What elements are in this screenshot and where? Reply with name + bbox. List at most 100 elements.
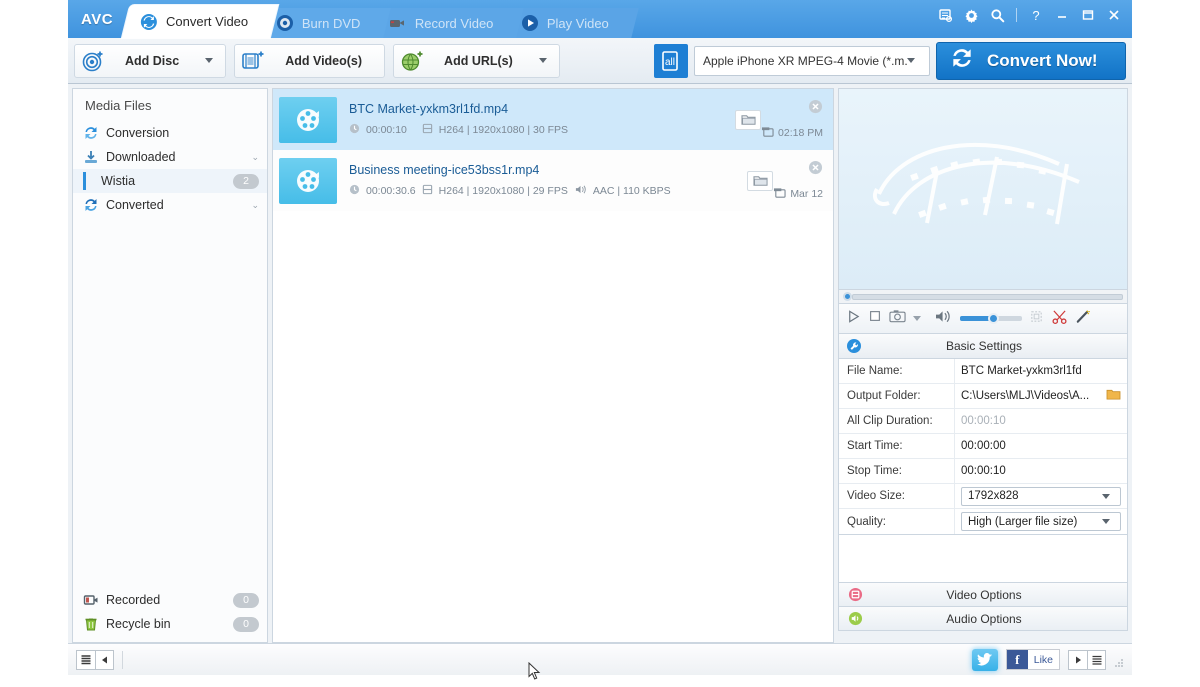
add-disc-button[interactable]: Add Disc (74, 43, 227, 78)
browse-folder-icon[interactable] (1106, 388, 1121, 404)
file-name: BTC Market-yxkm3rl1fd.mp4 (349, 102, 509, 116)
toolbar: Add Disc Add Video(s) Add URL(s) all App… (68, 38, 1132, 84)
crop-button[interactable] (1029, 309, 1044, 329)
sidebar-item-label: Recycle bin (106, 617, 171, 631)
quality-select[interactable]: High (Larger file size) (961, 512, 1121, 531)
add-urls-dropdown-arrow[interactable] (538, 58, 547, 63)
output-profile-value: Apple iPhone XR MPEG-4 Movie (*.m... (703, 53, 907, 68)
setting-value: High (Larger file size) (968, 515, 1078, 528)
convert-refresh-icon (949, 45, 975, 76)
open-folder-button[interactable] (747, 170, 774, 191)
setting-value-wrap: High (Larger file size) (955, 509, 1127, 534)
resize-grip[interactable] (1114, 655, 1124, 667)
converted-icon (83, 197, 99, 213)
setting-value: 1792x828 (968, 490, 1019, 502)
setting-label: Quality: (839, 509, 955, 534)
chevron-down-icon[interactable]: ⌄ (251, 200, 259, 211)
setting-value[interactable]: 00:00:10 (955, 459, 1127, 483)
player-controls (838, 304, 1128, 334)
setting-start-time: Start Time: 00:00:00 (839, 434, 1127, 459)
setting-label: File Name: (839, 359, 955, 383)
remove-file-button[interactable] (808, 99, 823, 117)
effects-wand-button[interactable] (1075, 308, 1092, 329)
minimize-button[interactable] (1050, 4, 1074, 26)
sidebar-item-conversion[interactable]: Conversion (73, 121, 267, 145)
main-tabs: Convert Video Burn DVD Record Video Play… (121, 0, 639, 38)
setting-value-wrap: 1792x828 (955, 484, 1127, 508)
volume-icon[interactable] (934, 309, 953, 329)
setting-value[interactable]: BTC Market-yxkm3rl1fd (955, 359, 1127, 383)
volume-slider[interactable] (960, 313, 1022, 324)
tab-convert-video[interactable]: Convert Video (121, 5, 279, 38)
seek-track[interactable] (852, 293, 1123, 300)
table-row[interactable]: BTC Market-yxkm3rl1fd.mp4 00:00:10 H264 … (273, 89, 833, 150)
menu-list-icon[interactable] (933, 4, 957, 26)
play-list-icon[interactable] (1069, 651, 1087, 669)
list-layout-toggle[interactable] (1068, 649, 1106, 670)
output-profile-select[interactable]: Apple iPhone XR MPEG-4 Movie (*.m... (694, 45, 930, 76)
sidebar-item-wistia[interactable]: Wistia 2 (73, 169, 267, 193)
sidebar-item-downloaded[interactable]: Downloaded ⌄ (73, 145, 267, 169)
seek-handle[interactable] (843, 292, 852, 301)
setting-label: Start Time: (839, 434, 955, 458)
wrench-icon (839, 338, 869, 354)
row-right-block: 02:18 PM (761, 97, 823, 143)
close-button[interactable] (1102, 4, 1126, 26)
stop-button[interactable] (868, 309, 882, 328)
video-stream-icon (422, 123, 433, 137)
open-folder-button[interactable] (735, 109, 762, 130)
trim-scissors-button[interactable] (1051, 309, 1068, 329)
status-separator (122, 650, 123, 669)
media-file-list[interactable]: BTC Market-yxkm3rl1fd.mp4 00:00:10 H264 … (272, 88, 834, 643)
tab-burn-dvd[interactable]: Burn DVD (258, 8, 391, 38)
search-icon[interactable] (985, 4, 1009, 26)
volume-handle[interactable] (988, 313, 999, 324)
twitter-share-button[interactable] (971, 648, 998, 671)
add-urls-button[interactable]: Add URL(s) (393, 43, 560, 78)
video-options-button[interactable]: Video Options (838, 583, 1128, 607)
setting-value[interactable]: 00:00:00 (955, 434, 1127, 458)
sidebar-item-badge: 2 (233, 173, 259, 189)
collapse-panel-icon[interactable] (95, 650, 113, 669)
sidebar-item-recycle-bin[interactable]: Recycle bin 0 (73, 612, 267, 636)
maximize-button[interactable] (1076, 4, 1100, 26)
file-duration: 00:00:10 (366, 124, 407, 136)
tab-play-video[interactable]: Play Video (503, 8, 639, 38)
detail-list-icon[interactable] (1087, 650, 1105, 669)
settings-gear-icon[interactable] (959, 4, 983, 26)
sidebar-view-toggle[interactable] (76, 649, 114, 670)
file-timestamp: 02:18 PM (761, 126, 823, 141)
preview-seekbar[interactable] (838, 290, 1128, 304)
audio-options-button[interactable]: Audio Options (838, 607, 1128, 631)
basic-settings-header[interactable]: Basic Settings (838, 334, 1128, 359)
chevron-down-icon[interactable]: ⌄ (251, 152, 259, 163)
setting-value[interactable]: C:\Users\MLJ\Videos\A... (961, 390, 1102, 402)
tab-label: Play Video (547, 15, 610, 31)
facebook-icon: f (1006, 650, 1028, 669)
play-button[interactable] (846, 309, 861, 329)
audio-stream-info: AAC | 110 KBPS (592, 185, 671, 197)
calendar-icon (761, 126, 774, 141)
add-videos-button[interactable]: Add Video(s) (234, 43, 386, 78)
video-preview[interactable] (838, 88, 1128, 290)
video-size-select[interactable]: 1792x828 (961, 486, 1121, 506)
snapshot-dropdown-arrow[interactable] (913, 316, 921, 321)
profile-icon[interactable]: all (654, 43, 688, 78)
facebook-like-button[interactable]: f Like (1005, 649, 1060, 670)
snapshot-button[interactable] (889, 309, 906, 328)
calendar-icon (773, 187, 786, 202)
main-body: Media Files Conversion Downloaded ⌄ Wist… (68, 84, 1132, 643)
list-view-icon[interactable] (77, 651, 95, 669)
table-row[interactable]: Business meeting-ice53bss1r.mp4 00:00:30… (273, 150, 833, 211)
setting-value: 00:00:10 (961, 415, 1006, 427)
remove-file-button[interactable] (808, 160, 823, 178)
video-stream-info: H264 | 1920x1080 | 30 FPS (438, 124, 569, 136)
setting-label: Output Folder: (839, 384, 955, 408)
sidebar-item-converted[interactable]: Converted ⌄ (73, 193, 267, 217)
sidebar-item-recorded[interactable]: Recorded 0 (73, 588, 267, 612)
help-icon[interactable]: ? (1024, 4, 1048, 26)
sidebar-item-label: Converted (106, 198, 164, 212)
tab-record-video[interactable]: Record Video (370, 8, 523, 38)
add-disc-dropdown-arrow[interactable] (205, 58, 214, 63)
convert-now-button[interactable]: Convert Now! (936, 41, 1126, 80)
